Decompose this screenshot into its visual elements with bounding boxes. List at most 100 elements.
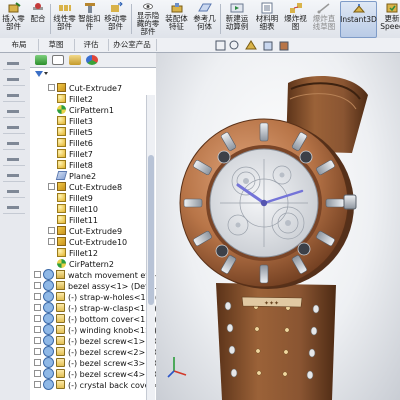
tree-node[interactable]: Fillet8 (48, 160, 93, 171)
tree-node-label: Fillet11 (69, 216, 98, 225)
strip-button[interactable] (3, 171, 25, 182)
assembly-feature-button[interactable]: 装配体 特征 (163, 1, 190, 36)
tree-node[interactable]: (-) bezel screw<4> (Def (34, 368, 156, 380)
section-view-icon[interactable] (245, 40, 257, 50)
insert-component-button[interactable]: 插入零 部件 (0, 1, 27, 36)
display-manager-tab-icon[interactable] (86, 55, 98, 65)
tree-node[interactable]: Cut-Extrude7 (48, 83, 122, 94)
tree-filter[interactable] (33, 70, 151, 80)
tree-node[interactable]: Fillet2 (48, 94, 93, 105)
expand-toggle-icon[interactable] (48, 84, 55, 91)
tree-node-label: Cut-Extrude7 (69, 84, 123, 93)
tree-node[interactable]: (-) bezel screw<1> (Def (34, 335, 156, 347)
tree-node[interactable]: (-) bezel screw<2> (Def (34, 346, 156, 358)
tab-layout[interactable]: 布局 (0, 39, 39, 51)
propertymanager-tab-icon[interactable] (52, 55, 64, 65)
tree-node[interactable]: Fillet5 (48, 127, 93, 138)
strip-button[interactable] (3, 139, 25, 150)
tree-node[interactable]: Cut-Extrude8 (48, 182, 122, 193)
tab-office-products[interactable]: 办公室产品 (108, 39, 157, 51)
move-component-button[interactable]: 移动零 部件 (102, 1, 129, 36)
expand-toggle-icon[interactable] (34, 359, 41, 366)
expand-toggle-icon[interactable] (34, 282, 41, 289)
expand-toggle-icon[interactable] (34, 293, 41, 300)
mate-status-icon (43, 302, 54, 313)
expand-toggle-icon[interactable] (34, 348, 41, 355)
assembly-feature-icon (171, 3, 182, 13)
bezel-stud (259, 122, 269, 142)
tree-node-label: Fillet9 (69, 194, 93, 203)
fillet-icon (57, 204, 66, 213)
mate-status-icon (43, 313, 54, 324)
strip-button[interactable] (3, 123, 25, 134)
tree-node[interactable]: Fillet3 (48, 116, 93, 127)
tree-node[interactable]: Cut-Extrude10 (48, 237, 127, 248)
explode-line-sketch-button[interactable]: 爆炸直 线草图 (309, 1, 339, 36)
mate-button[interactable]: 配合 (27, 1, 49, 36)
tree-node[interactable]: (-) crystal back cover<1 (34, 379, 156, 391)
expand-toggle-icon[interactable] (48, 183, 55, 190)
expand-toggle-icon[interactable] (34, 271, 41, 278)
tree-node[interactable]: Fillet10 (48, 204, 98, 215)
winding-knob[interactable] (343, 194, 357, 210)
smart-fastener-button[interactable]: 智能扣 件 (77, 1, 102, 36)
display-style-icon[interactable] (279, 41, 289, 51)
tree-node[interactable]: CirPattern1 (48, 105, 114, 116)
tree-node[interactable]: Cut-Extrude9 (48, 226, 122, 237)
bill-of-materials-button[interactable]: 材料明 细表 (253, 1, 281, 36)
show-hidden-components-button[interactable]: 显示隐 藏的零 部件 (134, 1, 162, 36)
view-orientation-icon[interactable] (263, 41, 273, 51)
zoom-to-fit-icon[interactable] (215, 40, 226, 51)
tree-node[interactable]: (-) winding knob<1> (D (34, 324, 156, 336)
tree-node[interactable]: Fillet7 (48, 149, 93, 160)
expand-toggle-icon[interactable] (48, 227, 55, 234)
expand-toggle-icon[interactable] (34, 315, 41, 322)
tree-node[interactable]: Plane2 (48, 171, 96, 182)
tree-node[interactable]: Fillet11 (48, 215, 98, 226)
tree-node[interactable]: (-) strap-w-clasp<1> (D (34, 302, 156, 314)
expand-toggle-icon[interactable] (34, 337, 41, 344)
expand-toggle-icon[interactable] (34, 381, 41, 388)
tree-node[interactable]: Fillet12 (48, 248, 98, 259)
tab-evaluate[interactable]: 评估 (74, 39, 109, 51)
zoom-area-icon[interactable] (229, 40, 239, 50)
linear-pattern-button[interactable]: 线性零 部件 (52, 1, 77, 36)
strip-button[interactable] (3, 91, 25, 102)
strip-button[interactable] (3, 155, 25, 166)
tree-node[interactable]: (-) bottom cover<1> (D (34, 313, 156, 325)
configurationmanager-tab-icon[interactable] (69, 55, 81, 65)
strip-button[interactable] (3, 59, 25, 70)
watch-movement[interactable] (209, 148, 319, 258)
graphics-area[interactable]: ✦✦✦ (156, 53, 400, 400)
tree-node[interactable]: bezel assy<1> (Default- (34, 280, 156, 292)
watch-assembly-model[interactable]: ✦✦✦ (156, 53, 400, 400)
reference-geometry-button[interactable]: 参考几 何体 (191, 1, 218, 36)
exploded-view-button[interactable]: 爆炸视 图 (282, 1, 309, 36)
strip-button[interactable] (3, 75, 25, 86)
feature-tree-scrollbar[interactable] (146, 95, 155, 400)
tree-node-label: Cut-Extrude8 (69, 183, 123, 192)
instant3d-button[interactable]: Instant3D (340, 1, 377, 38)
tree-node-label: Fillet6 (69, 139, 93, 148)
scrollbar-thumb[interactable] (148, 155, 154, 305)
strip-button[interactable] (3, 203, 25, 214)
tree-node[interactable]: CirPattern2 (48, 259, 114, 270)
tree-node[interactable]: (-) bezel screw<3> (Def (34, 357, 156, 369)
strip-button[interactable] (3, 187, 25, 198)
featuremanager-tab-icon[interactable] (35, 55, 47, 65)
tree-node[interactable]: Fillet9 (48, 193, 93, 204)
strip-button[interactable] (3, 107, 25, 118)
expand-toggle-icon[interactable] (34, 304, 41, 311)
expand-toggle-icon[interactable] (48, 238, 55, 245)
expand-toggle-icon[interactable] (34, 326, 41, 333)
tree-node[interactable]: Fillet6 (48, 138, 93, 149)
tab-sketch[interactable]: 草图 (38, 39, 75, 51)
expand-toggle-icon[interactable] (34, 370, 41, 377)
new-motion-study-icon (230, 3, 244, 13)
tree-node[interactable]: (-) strap-w-holes<1> (D (34, 291, 156, 303)
ribbon-separator (220, 4, 221, 34)
tree-node[interactable]: watch movement eta-64 (34, 269, 156, 281)
new-motion-study-button[interactable]: 新建运 动算例 (222, 1, 252, 36)
strap-with-clasp[interactable]: ✦✦✦ (216, 283, 336, 400)
update-speedpak-button[interactable]: 更新 Speed (377, 1, 400, 36)
